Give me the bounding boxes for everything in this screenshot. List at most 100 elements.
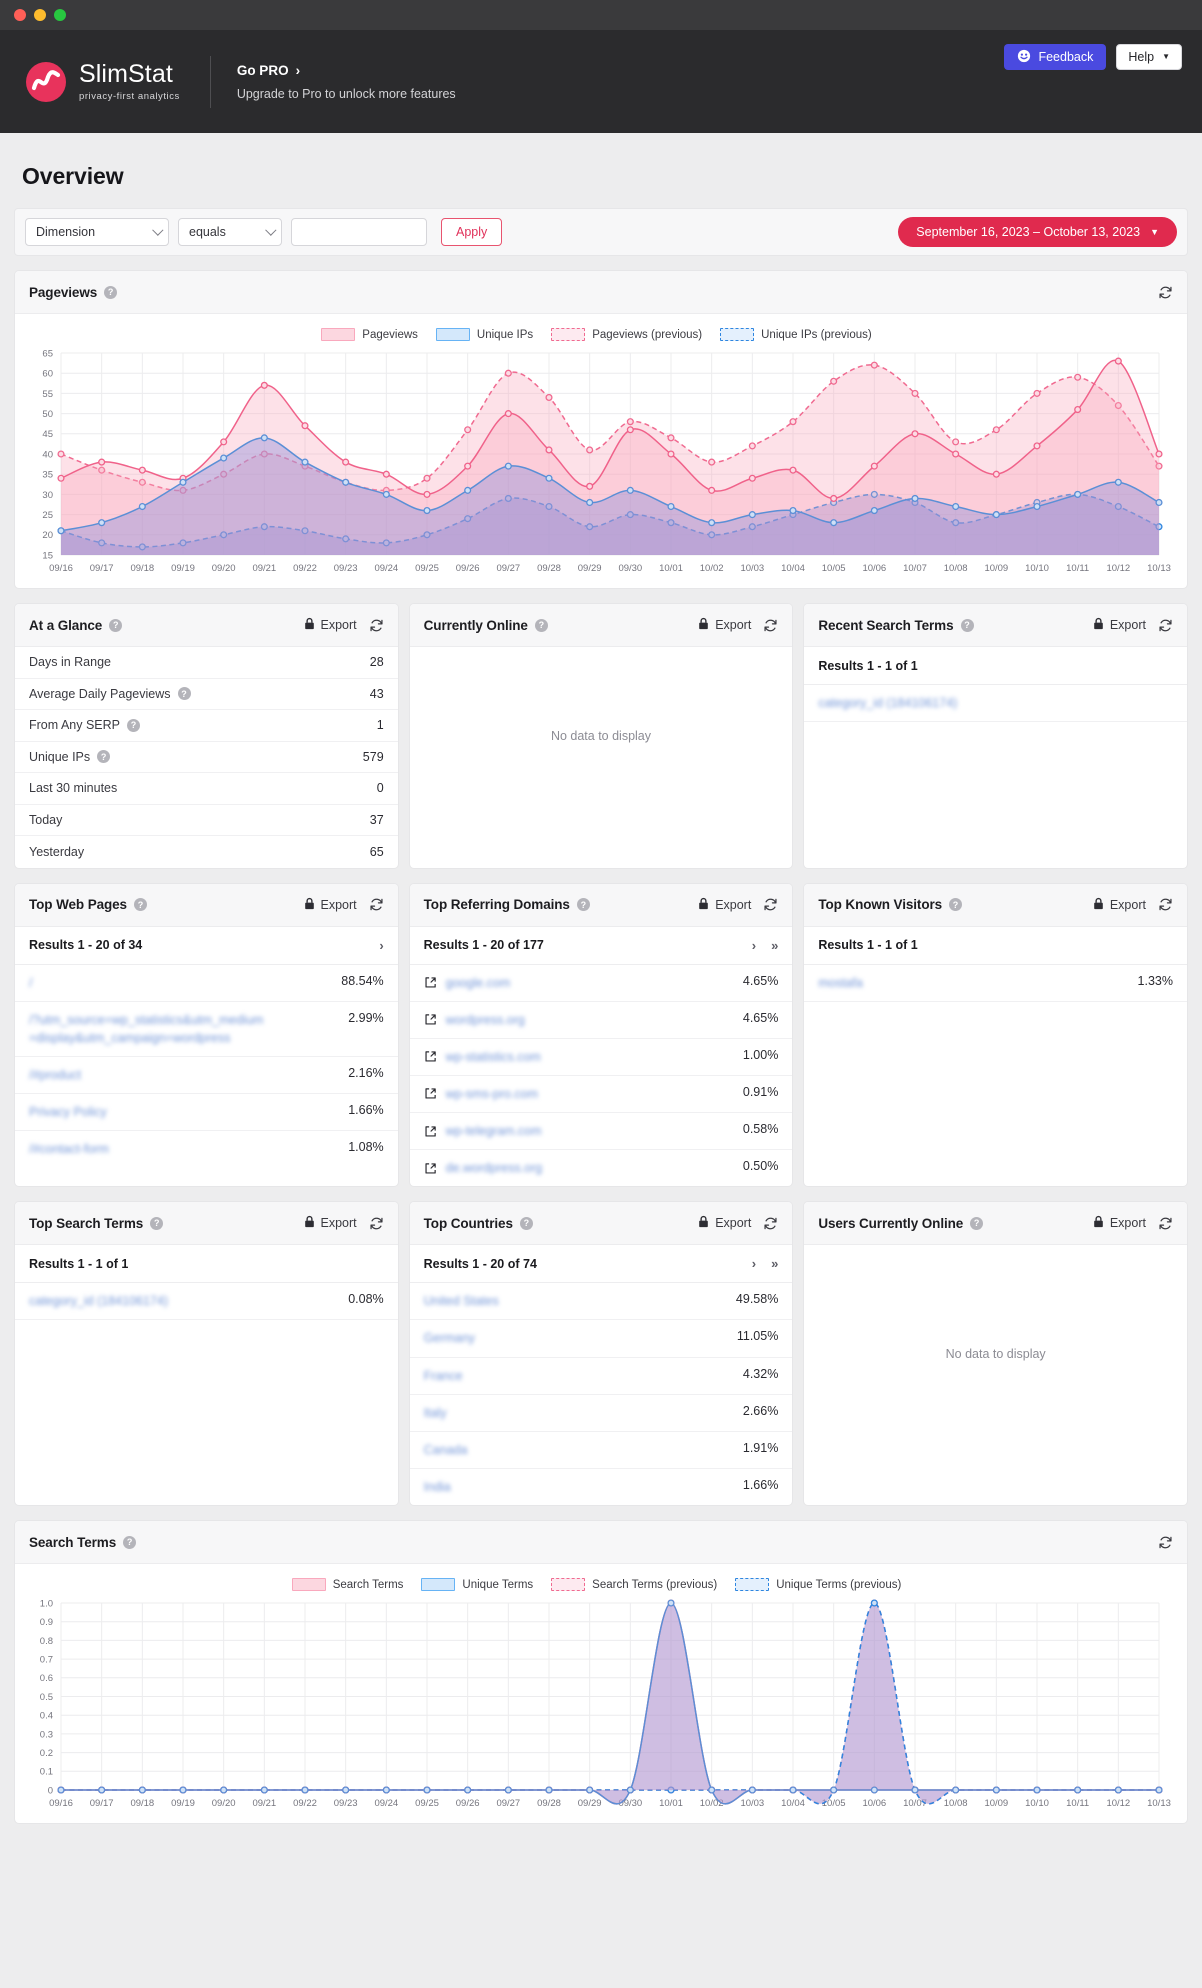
help-icon[interactable]: ? [519,1216,533,1230]
svg-text:40: 40 [42,449,53,460]
go-pro-link[interactable]: Go PRO › [237,63,456,78]
row-link[interactable]: France [424,1367,463,1385]
search-terms-chart-plot[interactable]: 0 0.1 0.2 0.3 0.4 0.5 0.6 0.7 0.8 0.9 1.0 09/16 09/1… [25,1597,1177,1812]
refresh-icon[interactable] [763,1216,778,1231]
row-link[interactable]: wp-sms-pro.com [446,1085,538,1103]
row-link[interactable]: de.wordpress.org [446,1159,543,1177]
legend-item[interactable]: Unique Terms [421,1578,533,1591]
refresh-icon[interactable] [369,1216,384,1231]
refresh-icon[interactable] [369,897,384,912]
refresh-icon[interactable] [1158,618,1173,633]
help-icon[interactable]: ? [150,1216,164,1230]
page-body: Overview Dimension equals Apply Septembe… [0,133,1202,1848]
recent-search-terms-rows: category_id (184106174) [804,685,1187,842]
row-link[interactable]: Italy [424,1404,447,1422]
legend-item[interactable]: Search Terms (previous) [551,1578,717,1591]
row-link[interactable]: wp-telegram.com [446,1122,542,1140]
row-value: 4.32% [742,1366,779,1381]
svg-text:10/03: 10/03 [740,563,764,574]
row-link[interactable]: India [424,1478,451,1496]
row-link[interactable]: mostafa [818,974,862,992]
row-label: wp-statistics.com [424,1048,541,1066]
zoom-window-button[interactable] [54,9,66,21]
help-icon[interactable]: ? [97,750,111,764]
legend-item[interactable]: Unique Terms (previous) [735,1578,901,1591]
help-icon[interactable]: ? [960,618,974,632]
legend-item[interactable]: Unique IPs [435,328,533,341]
row-link[interactable]: wp-statistics.com [446,1048,541,1066]
export-button[interactable]: Export [304,897,357,913]
help-icon[interactable]: ? [970,1216,984,1230]
lock-icon [698,897,709,913]
svg-text:09/18: 09/18 [130,563,154,574]
row-link[interactable]: /#contact-form [29,1140,109,1158]
refresh-icon[interactable] [369,618,384,633]
help-icon[interactable]: ? [109,618,123,632]
close-window-button[interactable] [14,9,26,21]
legend-item[interactable]: Search Terms [291,1578,403,1591]
filter-value-input[interactable] [291,218,427,246]
help-icon[interactable]: ? [127,718,140,732]
export-button[interactable]: Export [1093,1215,1146,1231]
refresh-icon[interactable] [1158,1535,1173,1550]
row-link[interactable]: /?utm_source=wp_statistics&utm_medium=di… [29,1011,264,1047]
export-button[interactable]: Export [304,617,357,633]
refresh-icon[interactable] [1158,897,1173,912]
pagination: › » [752,1256,779,1271]
dimension-select[interactable]: Dimension [25,218,169,246]
legend-item[interactable]: Pageviews [321,328,418,341]
export-button[interactable]: Export [698,897,751,913]
legend-label: Pageviews [362,328,418,341]
legend-item[interactable]: Pageviews (previous) [551,328,702,341]
minimize-window-button[interactable] [34,9,46,21]
stat-label: Average Daily Pageviews? [29,687,191,701]
refresh-icon[interactable] [763,897,778,912]
operator-select[interactable]: equals [178,218,282,246]
card-header: Users Currently Online ? Export [804,1202,1187,1246]
next-page-button[interactable]: › [752,938,756,953]
next-page-button[interactable]: › [379,938,383,953]
help-button[interactable]: Help ▼ [1116,44,1182,70]
export-button[interactable]: Export [304,1215,357,1231]
export-button[interactable]: Export [1093,897,1146,913]
help-icon[interactable]: ? [949,898,963,911]
row-link[interactable]: / [29,974,32,992]
brand-logo[interactable]: SlimStat privacy-first analytics [22,61,180,103]
help-icon[interactable]: ? [534,618,548,632]
next-page-button[interactable]: › [752,1256,756,1271]
legend-item[interactable]: Unique IPs (previous) [720,328,872,341]
help-icon[interactable]: ? [576,898,590,911]
help-icon[interactable]: ? [123,1535,137,1549]
feedback-button[interactable]: Feedback [1004,44,1107,70]
last-page-button[interactable]: » [771,1256,778,1271]
help-icon[interactable]: ? [104,285,118,299]
export-button[interactable]: Export [1093,617,1146,633]
row-link[interactable]: Germany [424,1329,475,1347]
row-link[interactable]: category_id (184106174) [818,694,957,712]
help-icon[interactable]: ? [133,898,147,911]
row-link[interactable]: Canada [424,1441,468,1459]
refresh-icon[interactable] [1158,1216,1173,1231]
refresh-icon[interactable] [1158,285,1173,300]
row-link[interactable]: /#product [29,1066,81,1084]
row-link[interactable]: Privacy Policy [29,1103,107,1121]
row-link[interactable]: google.com [446,974,511,992]
row-link[interactable]: United States [424,1292,499,1310]
row-value: 1.66% [742,1477,779,1492]
go-pro-promo[interactable]: Go PRO › Upgrade to Pro to unlock more f… [237,63,456,101]
help-label: Help [1128,50,1155,64]
help-icon[interactable]: ? [177,687,191,701]
export-button[interactable]: Export [698,617,751,633]
row-link[interactable]: category_id (184106174) [29,1292,168,1310]
apply-filter-button[interactable]: Apply [441,218,503,246]
pageviews-chart-plot[interactable]: 15 20 25 30 35 40 45 50 55 60 65 09/16 09/17 09/18 09/… [25,347,1177,577]
row-link[interactable]: wordpress.org [446,1011,525,1029]
date-range-picker[interactable]: September 16, 2023 – October 13, 2023 ▼ [898,217,1177,247]
refresh-icon[interactable] [763,618,778,633]
filter-bar: Dimension equals Apply September 16, 202… [14,208,1188,256]
search-terms-chart-legend: Search Terms Unique Terms Search Terms (… [25,1578,1177,1591]
last-page-button[interactable]: » [771,938,778,953]
export-button[interactable]: Export [698,1215,751,1231]
external-link-icon [424,1162,437,1175]
chevron-down-icon [265,224,277,236]
